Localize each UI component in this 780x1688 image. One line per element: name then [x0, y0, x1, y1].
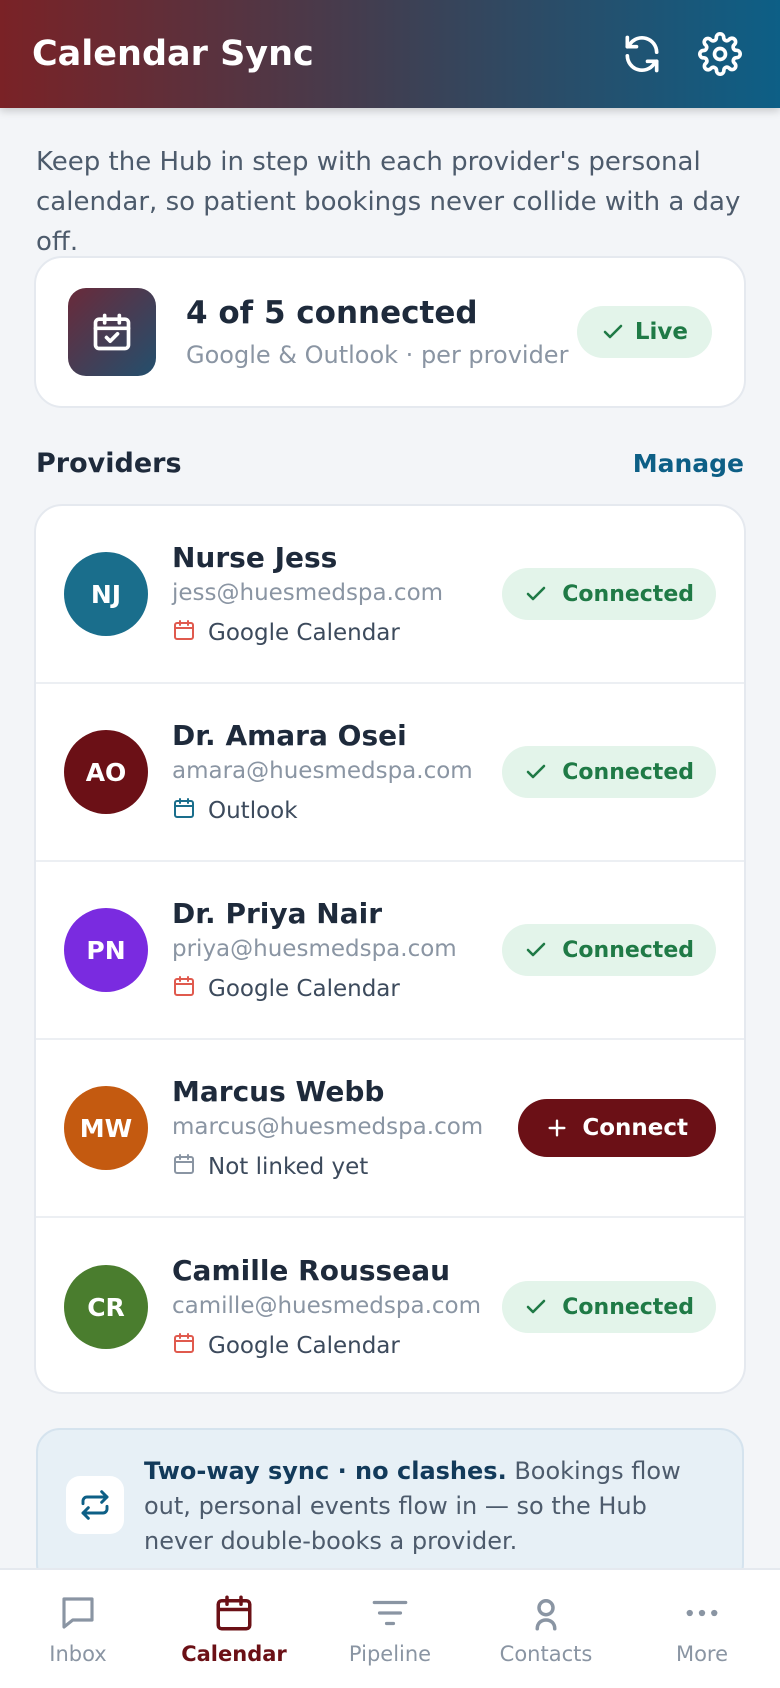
provider-calendar-label: Not linked yet	[208, 1153, 369, 1180]
connected-status-badge: Connected	[502, 1281, 716, 1333]
provider-row[interactable]: MW Marcus Webb marcus@huesmedspa.com Not li…	[36, 1040, 744, 1218]
provider-calendar: Google Calendar	[172, 618, 502, 648]
nav-label: Inbox	[49, 1642, 107, 1666]
app-header: Calendar Sync	[0, 0, 780, 108]
calendar-icon	[172, 618, 208, 648]
provider-email: jess@huesmedspa.com	[172, 579, 444, 606]
nav-label: Contacts	[499, 1642, 593, 1666]
summary-subtitle: Google & Outlook · per provider	[186, 341, 569, 369]
providers-section-header: Providers Manage	[36, 448, 744, 479]
filter-icon	[369, 1592, 411, 1642]
avatar-initials: PN	[86, 935, 126, 965]
provider-name: Dr. Priya Nair	[172, 896, 382, 930]
calendar-icon	[172, 1152, 208, 1182]
check-icon	[526, 764, 546, 779]
provider-calendar-label: Google Calendar	[208, 1332, 400, 1359]
calendar-icon	[172, 974, 208, 1004]
provider-name: Camille Rousseau	[172, 1253, 451, 1287]
more-icon	[681, 1592, 723, 1642]
provider-name: Nurse Jess	[172, 540, 338, 574]
calendar-check-icon	[93, 313, 131, 351]
check-icon	[526, 942, 546, 957]
refresh-button[interactable]	[614, 26, 670, 82]
summary-title: 4 of 5 connected	[186, 295, 478, 331]
nav-label: Calendar	[181, 1642, 287, 1666]
connect-button[interactable]: Connect	[518, 1099, 716, 1157]
intro-text: Keep the Hub in step with each provider'…	[36, 147, 741, 257]
connected-status-badge: Connected	[502, 746, 716, 798]
avatar: CR	[64, 1265, 148, 1349]
avatar: MW	[64, 1086, 148, 1170]
connected-status-badge: Connected	[502, 568, 716, 620]
avatar: NJ	[64, 552, 148, 636]
nav-item-more[interactable]: More	[624, 1570, 780, 1688]
info-icon-tile	[66, 1476, 124, 1534]
provider-calendar: Google Calendar	[172, 974, 502, 1004]
providers-list: NJ Nurse Jess jess@huesmedspa.com Google Ca…	[34, 504, 746, 1394]
person-icon	[525, 1592, 567, 1642]
sync-arrows-icon	[81, 1490, 109, 1520]
sync-summary-card: 4 of 5 connected Google & Outlook · per …	[34, 256, 746, 408]
calendar-icon	[172, 796, 208, 826]
provider-calendar: Outlook	[172, 796, 502, 826]
avatar: AO	[64, 730, 148, 814]
provider-name: Dr. Amara Osei	[172, 718, 407, 752]
settings-button[interactable]	[692, 26, 748, 82]
calendar-icon	[213, 1592, 255, 1642]
provider-row[interactable]: AO Dr. Amara Osei amara@huesmedspa.com Outl…	[36, 684, 744, 862]
nav-label: Pipeline	[348, 1642, 432, 1666]
nav-item-inbox[interactable]: Inbox	[0, 1570, 156, 1688]
chat-icon	[57, 1592, 99, 1642]
summary-icon-tile	[68, 288, 156, 376]
provider-row[interactable]: NJ Nurse Jess jess@huesmedspa.com Google Ca…	[36, 506, 744, 684]
avatar-initials: CR	[87, 1292, 125, 1322]
info-text: Two-way sync · no clashes. Bookings flow…	[144, 1454, 714, 1559]
plus-icon	[548, 1119, 566, 1137]
live-status-badge: Live	[576, 306, 712, 358]
provider-email: camille@huesmedspa.com	[172, 1292, 482, 1319]
provider-email: amara@huesmedspa.com	[172, 757, 473, 784]
status-label: Connected	[562, 1294, 694, 1320]
provider-name: Marcus Webb	[172, 1074, 385, 1108]
two-way-sync-info: Two-way sync · no clashes. Bookings flow…	[36, 1428, 744, 1588]
nav-label: More	[675, 1642, 729, 1666]
check-icon	[603, 324, 623, 339]
page-title: Calendar Sync	[32, 34, 314, 74]
avatar-initials: MW	[79, 1113, 133, 1143]
gear-icon	[698, 32, 742, 76]
provider-calendar-label: Google Calendar	[208, 975, 400, 1002]
status-label: Connected	[562, 759, 694, 785]
avatar-initials: NJ	[90, 579, 122, 609]
check-icon	[526, 1299, 546, 1314]
info-bold: Two-way sync · no clashes.	[144, 1457, 507, 1485]
status-label: Connected	[562, 937, 694, 963]
bottom-nav: Inbox Calendar Pipeline Contacts More	[0, 1568, 780, 1688]
manage-link[interactable]: Manage	[633, 449, 744, 478]
avatar: PN	[64, 908, 148, 992]
connected-status-badge: Connected	[502, 924, 716, 976]
nav-item-pipeline[interactable]: Pipeline	[312, 1570, 468, 1688]
providers-title: Providers	[36, 448, 182, 479]
check-icon	[526, 586, 546, 601]
provider-calendar-label: Google Calendar	[208, 619, 400, 646]
provider-calendar: Google Calendar	[172, 1331, 502, 1361]
refresh-icon	[625, 35, 659, 73]
provider-email: priya@huesmedspa.com	[172, 935, 457, 962]
nav-item-calendar[interactable]: Calendar	[156, 1570, 312, 1688]
provider-row[interactable]: PN Dr. Priya Nair priya@huesmedspa.com Goog…	[36, 862, 744, 1040]
avatar-initials: AO	[85, 757, 127, 787]
provider-row[interactable]: CR Camille Rousseau camille@huesmedspa.com…	[36, 1218, 744, 1392]
status-label: Connected	[562, 581, 694, 607]
provider-email: marcus@huesmedspa.com	[172, 1113, 484, 1140]
nav-item-contacts[interactable]: Contacts	[468, 1570, 624, 1688]
provider-calendar: Not linked yet	[172, 1152, 518, 1182]
provider-calendar-label: Outlook	[208, 797, 298, 824]
connect-button-label: Connect	[582, 1115, 688, 1141]
live-badge-label: Live	[634, 319, 688, 345]
calendar-icon	[172, 1331, 208, 1361]
